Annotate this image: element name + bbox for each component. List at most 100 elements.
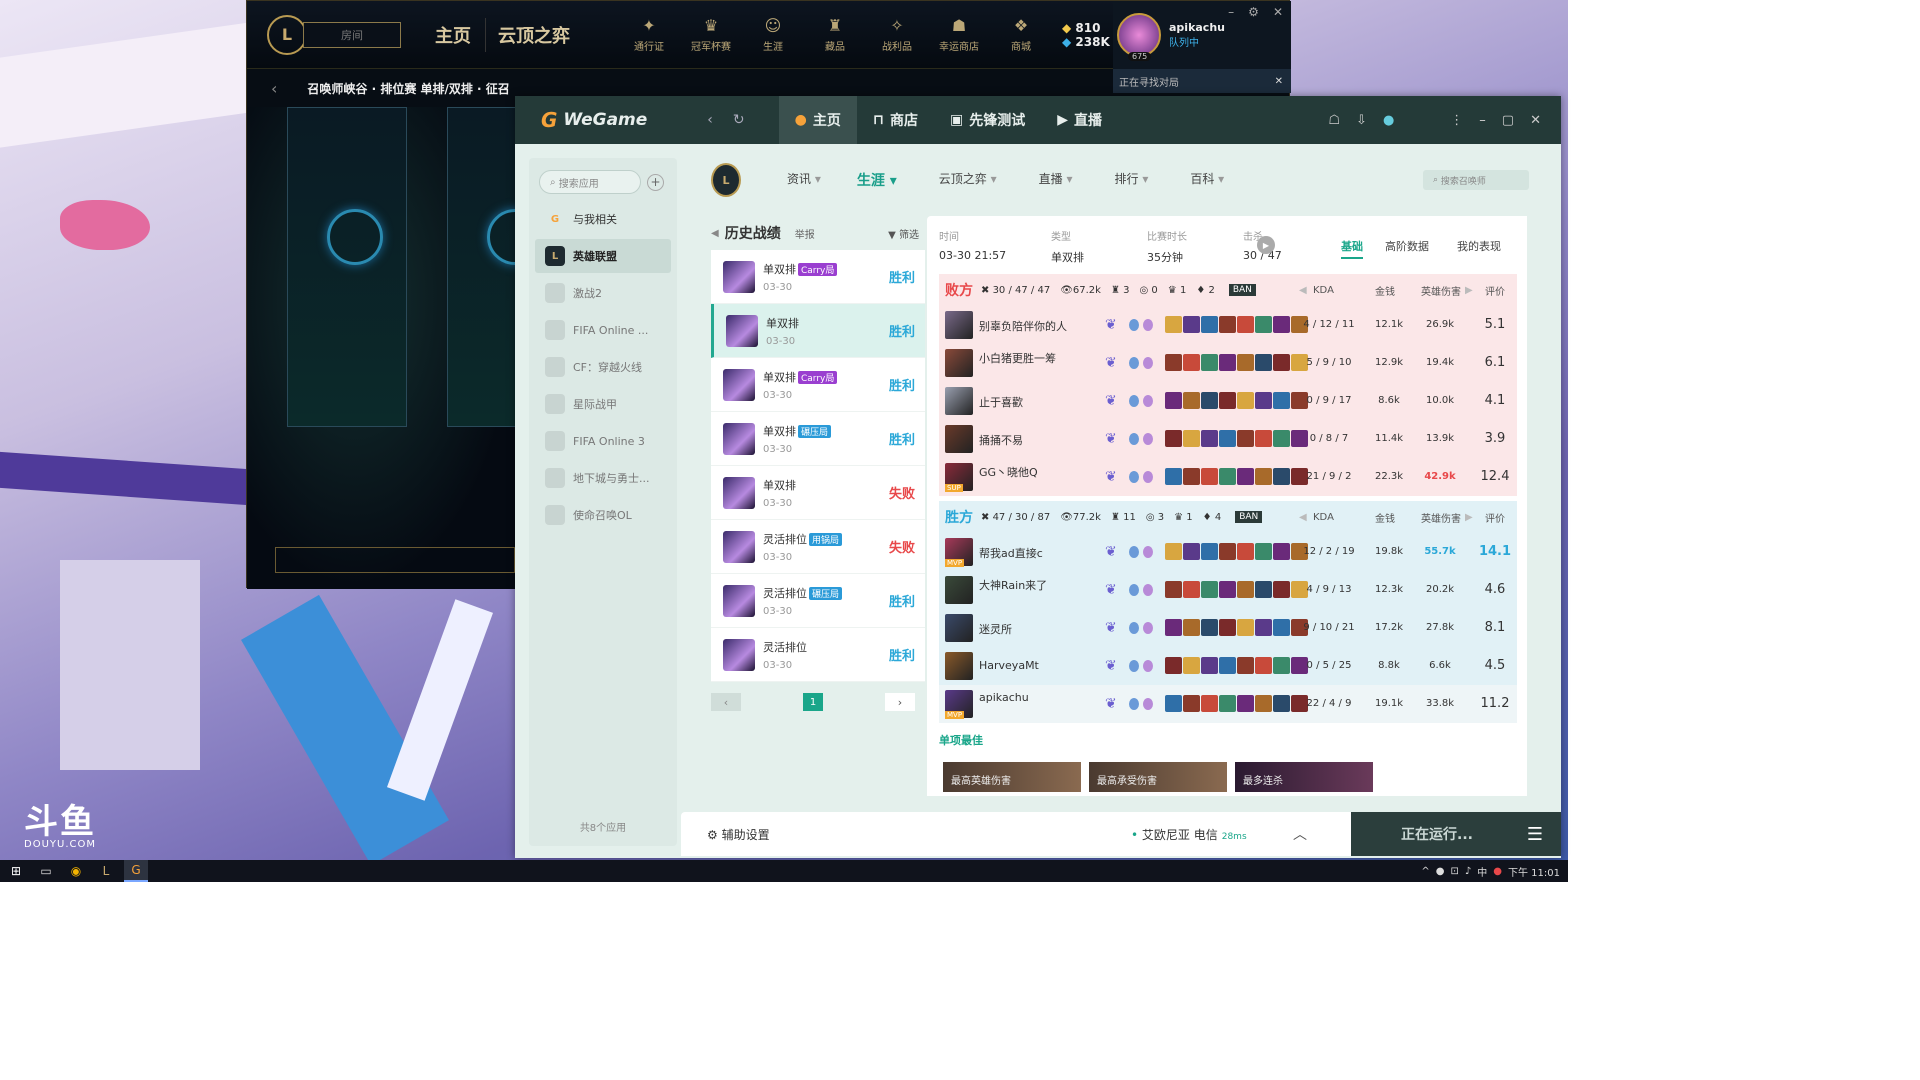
minimize-icon[interactable]: – <box>1479 113 1486 128</box>
filter-button[interactable]: ▼ 筛选 <box>888 226 919 241</box>
lol-nav-tft[interactable]: 云顶之弈 <box>498 22 570 48</box>
player-row[interactable]: 小白猪更胜一筹 ❦ 5 / 9 / 10 12.9k 19.4k 6.1 <box>939 344 1517 382</box>
player-row[interactable]: apikachu ❦ MVP 22 / 4 / 9 19.1k 33.8k 11.2 <box>939 685 1517 723</box>
player-row[interactable]: 迷灵所 ❦ 9 / 10 / 21 17.2k 27.8k 8.1 <box>939 609 1517 647</box>
wegame-taskbar-icon[interactable]: G <box>124 860 148 882</box>
sidebar-item-related[interactable]: G 与我相关 <box>535 202 671 236</box>
close-icon[interactable]: ✕ <box>1273 5 1283 19</box>
cols-right-icon[interactable]: ▶ <box>1465 512 1473 523</box>
player-name[interactable]: 迷灵所 <box>979 621 1012 637</box>
history-row[interactable]: 灵活排位 03-30 胜利 <box>711 628 925 682</box>
history-row[interactable]: 单双排 Carry局 03-30 胜利 <box>711 358 925 412</box>
subnav-item-3[interactable]: 直播 ▾ <box>1039 170 1073 190</box>
sidebar-item-cod[interactable]: 使命召唤OL <box>535 498 671 532</box>
player-row[interactable]: GG丶晓他Q ❦ SUP 21 / 9 / 2 22.3k 42.9k 12.4 <box>939 458 1517 496</box>
user-avatar-icon[interactable]: ● <box>1383 113 1394 128</box>
subnav-item-0[interactable]: 资讯 ▾ <box>787 170 821 190</box>
tab-gamepad[interactable]: ▣ 先锋测试 <box>934 96 1041 144</box>
lol-nav-store[interactable]: ❖ 商城 <box>990 16 1052 53</box>
best-card-0[interactable]: 最高英雄伤害 <box>943 762 1081 792</box>
gear-icon[interactable]: ⚙ <box>1248 5 1259 19</box>
cols-right-icon[interactable]: ▶ <box>1465 285 1473 296</box>
sidebar-item-warframe[interactable]: 星际战甲 <box>535 387 671 421</box>
best-card-2[interactable]: 最多连杀 <box>1235 762 1373 792</box>
cancel-search-icon[interactable]: ✕ <box>1275 76 1283 87</box>
tab-tv[interactable]: ▶ 直播 <box>1041 96 1118 144</box>
detail-tab-1[interactable]: 高阶数据 <box>1385 238 1429 254</box>
back-chevron-icon[interactable]: ‹ <box>271 79 277 98</box>
player-name[interactable]: 别辜负陪伴你的人 <box>979 318 1067 334</box>
app-search-input[interactable]: ⌕ 搜索应用 <box>539 170 641 194</box>
lol-nav-loot[interactable]: ✧ 战利品 <box>866 16 928 53</box>
running-status-button[interactable]: 正在运行... ☰ <box>1351 812 1561 856</box>
player-row[interactable]: 捅捅不易 ❦ 0 / 8 / 7 11.4k 13.9k 3.9 <box>939 420 1517 458</box>
subnav-item-4[interactable]: 排行 ▾ <box>1114 170 1148 190</box>
tray-antivirus-icon[interactable]: ● <box>1493 866 1502 877</box>
tray-app-icon[interactable]: ● <box>1436 866 1445 877</box>
lol-nav-profile[interactable]: ☺ 生涯 <box>742 16 804 53</box>
ban-button[interactable]: BAN <box>1228 284 1256 296</box>
sidebar-item-lol[interactable]: L 英雄联盟 <box>535 239 671 273</box>
detail-tab-2[interactable]: 我的表现 <box>1457 238 1501 254</box>
taskview-icon[interactable]: ▭ <box>34 860 58 882</box>
replay-play-icon[interactable]: ▶ <box>1257 236 1275 254</box>
assist-settings-button[interactable]: ⚙ 辅助设置 <box>707 826 770 843</box>
history-row[interactable]: 灵活排位 用锅局 03-30 失败 <box>711 520 925 574</box>
sidebar-item-dnf[interactable]: 地下城与勇士... <box>535 461 671 495</box>
server-selector[interactable]: • 艾欧尼亚 电信 28ms <box>1131 826 1247 843</box>
best-card-1[interactable]: 最高承受伤害 <box>1089 762 1227 792</box>
tray-chevron-icon[interactable]: ^ <box>1421 866 1429 877</box>
player-name[interactable]: 大神Rain来了 <box>979 577 1047 593</box>
player-row[interactable]: 帮我ad直接c ❦ MVP 12 / 2 / 19 19.8k 55.7k 14.1 <box>939 533 1517 571</box>
player-name[interactable]: 捅捅不易 <box>979 432 1023 448</box>
more-menu-icon[interactable]: ⋮ <box>1450 113 1463 128</box>
history-row[interactable]: 单双排 03-30 胜利 <box>711 304 925 358</box>
player-name[interactable]: apikachu <box>979 691 1029 704</box>
add-app-button[interactable]: + <box>647 174 664 191</box>
refresh-icon[interactable]: ↻ <box>733 112 745 128</box>
lol-nav-trophy[interactable]: ♛ 冠军杯赛 <box>680 16 742 53</box>
player-name[interactable]: HarveyaMt <box>979 659 1039 672</box>
lol-nav-pass[interactable]: ✦ 通行证 <box>618 16 680 53</box>
player-name[interactable]: 帮我ad直接c <box>979 545 1043 561</box>
player-row[interactable]: 大神Rain来了 ❦ 4 / 9 / 13 12.3k 20.2k 4.6 <box>939 571 1517 609</box>
hamburger-menu-icon[interactable]: ☰ <box>1527 824 1543 845</box>
nav-back-icon[interactable]: ‹ <box>707 112 713 128</box>
player-profile[interactable]: 675 apikachu 队列中 – ⚙ ✕ <box>1113 1 1291 69</box>
close-icon[interactable]: ✕ <box>1530 113 1541 128</box>
tab-bag[interactable]: ⊓ 商店 <box>857 96 934 144</box>
subnav-item-1[interactable]: 生涯 ▾ <box>857 170 897 190</box>
clock[interactable]: 下午 11:01 <box>1508 864 1560 879</box>
collapse-icon[interactable]: ◀ <box>711 228 719 239</box>
lol-taskbar-icon[interactable]: L <box>94 860 118 882</box>
lol-logo[interactable]: L <box>267 14 307 55</box>
player-avatar[interactable]: 675 <box>1117 13 1161 61</box>
subnav-item-5[interactable]: 百科 ▾ <box>1190 170 1224 190</box>
sidebar-item-fifa4[interactable]: FIFA Online ... <box>535 313 671 347</box>
player-name[interactable]: 止于喜歡 <box>979 394 1023 410</box>
history-row[interactable]: 单双排 03-30 失败 <box>711 466 925 520</box>
player-name[interactable]: GG丶晓他Q <box>979 464 1038 480</box>
history-row[interactable]: 灵活排位 碾压局 03-30 胜利 <box>711 574 925 628</box>
player-row[interactable]: HarveyaMt ❦ 0 / 5 / 25 8.8k 6.6k 4.5 <box>939 647 1517 685</box>
maximize-icon[interactable]: ▢ <box>1502 113 1514 128</box>
chevron-up-icon[interactable]: ︿ <box>1293 824 1307 844</box>
minimize-icon[interactable]: – <box>1228 5 1234 19</box>
tray-network-icon[interactable]: ⊡ <box>1450 866 1458 877</box>
room-input[interactable]: 房间 <box>303 21 401 48</box>
lol-nav-home[interactable]: 主页 <box>435 22 471 48</box>
tab-home[interactable]: ● 主页 <box>778 96 857 144</box>
history-row[interactable]: 单双排 Carry局 03-30 胜利 <box>711 250 925 304</box>
player-row[interactable]: 别辜负陪伴你的人 ❦ 4 / 12 / 11 12.1k 26.9k 5.1 <box>939 306 1517 344</box>
sidebar-item-fifa3[interactable]: FIFA Online 3 <box>535 424 671 458</box>
detail-tab-0[interactable]: 基础 <box>1341 238 1363 259</box>
download-icon[interactable]: ⇩ <box>1356 113 1367 128</box>
report-link[interactable]: 举报 <box>795 226 815 241</box>
player-row[interactable]: 止于喜歡 ❦ 0 / 9 / 17 8.6k 10.0k 4.1 <box>939 382 1517 420</box>
summoner-search-input[interactable]: ⌕ 搜索召唤师 <box>1423 170 1529 190</box>
windows-start-icon[interactable]: ⊞ <box>4 860 28 882</box>
lobby-chat-input[interactable] <box>275 547 515 573</box>
history-row[interactable]: 单双排 碾压局 03-30 胜利 <box>711 412 925 466</box>
tray-volume-icon[interactable]: ♪ <box>1465 866 1471 877</box>
sidebar-item-gw2[interactable]: 激战2 <box>535 276 671 310</box>
